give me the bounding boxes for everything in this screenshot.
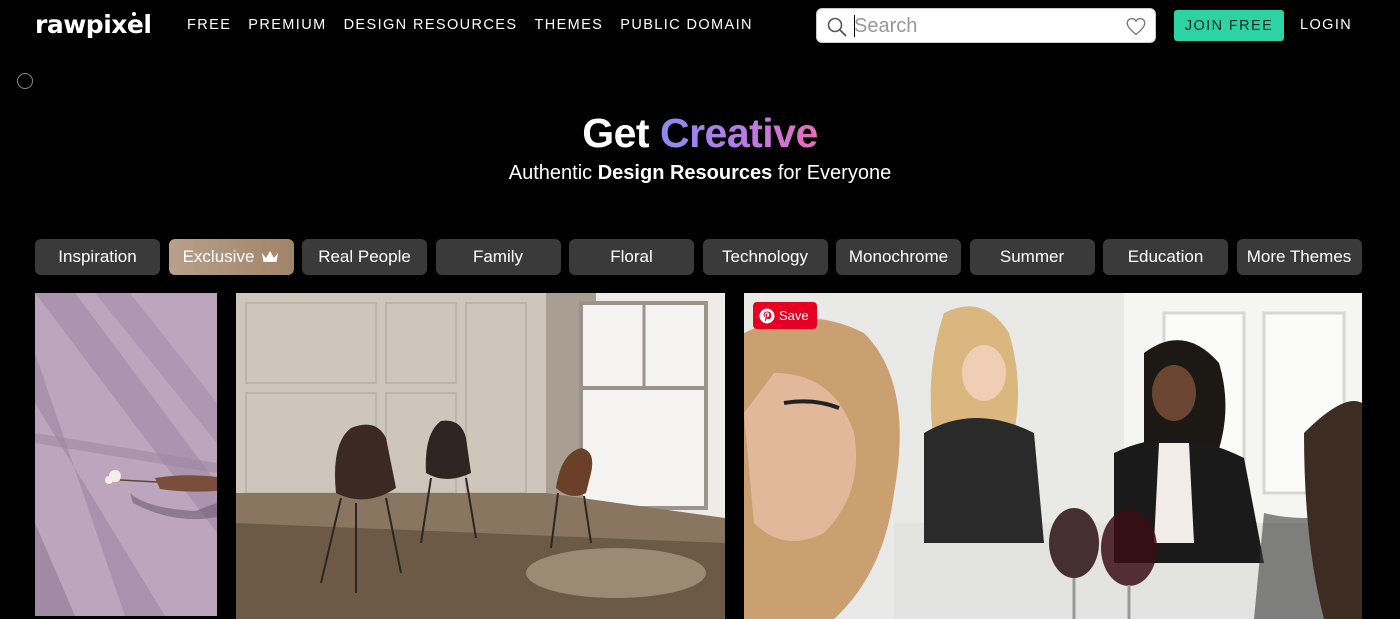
theme-floral[interactable]: Floral <box>569 239 694 275</box>
theme-label: Inspiration <box>58 247 137 266</box>
theme-monochrome[interactable]: Monochrome <box>836 239 961 275</box>
theme-more-themes[interactable]: More Themes <box>1236 239 1362 275</box>
theme-label: Floral <box>610 247 653 266</box>
theme-label: Education <box>1127 247 1204 266</box>
nav-public-domain[interactable]: PUBLIC DOMAIN <box>620 17 753 33</box>
top-header: rawpixel FREE PREMIUM DESIGN RESOURCES T… <box>0 0 1400 52</box>
hero-subtitle: Authentic Design Resources for Everyone <box>0 162 1400 185</box>
theme-label: More Themes <box>1246 247 1352 266</box>
theme-inspiration[interactable]: Inspiration <box>35 239 160 275</box>
theme-label: Family <box>472 247 524 266</box>
photo-women-wine[interactable] <box>744 293 1362 619</box>
theme-education[interactable]: Education <box>1103 239 1228 275</box>
theme-exclusive[interactable]: Exclusive <box>168 239 294 275</box>
theme-summer[interactable]: Summer <box>969 239 1095 275</box>
search-icon <box>827 17 847 37</box>
hero-title: Get Creative <box>0 110 1400 157</box>
logo-dot <box>132 12 136 16</box>
theme-pills: Inspiration Exclusive Real People Family… <box>35 239 1362 275</box>
search-box[interactable] <box>816 8 1156 43</box>
nav-design-resources[interactable]: DESIGN RESOURCES <box>344 17 518 33</box>
main-nav: FREE PREMIUM DESIGN RESOURCES THEMES PUB… <box>187 17 753 33</box>
search-input[interactable] <box>854 13 1114 39</box>
theme-label: Summer <box>999 247 1065 266</box>
heart-icon[interactable] <box>1126 17 1146 36</box>
theme-technology[interactable]: Technology <box>702 239 828 275</box>
login-link[interactable]: LOGIN <box>1300 17 1352 33</box>
hero-sub-pre: Authentic <box>508 162 593 184</box>
hero-sub-post: for Everyone <box>777 162 892 184</box>
theme-label: Monochrome <box>848 247 949 266</box>
theme-family[interactable]: Family <box>435 239 561 275</box>
theme-real-people[interactable]: Real People <box>302 239 427 275</box>
hero-title-plain: Get <box>582 110 650 156</box>
photo-hand-flower[interactable] <box>35 293 217 616</box>
pinterest-save-button[interactable]: Save <box>753 302 817 329</box>
theme-label: Real People <box>318 247 411 266</box>
nav-premium[interactable]: PREMIUM <box>248 17 326 33</box>
photo-room-art <box>236 293 725 619</box>
photo-women-art <box>744 293 1362 619</box>
photo-empty-room-chairs[interactable] <box>236 293 725 619</box>
hero-sub-bold: Design Resources <box>597 162 773 184</box>
crown-icon <box>262 251 279 262</box>
theme-label: Technology <box>721 247 808 266</box>
save-label: Save <box>779 308 809 323</box>
join-free-button[interactable]: JOIN FREE <box>1174 10 1284 41</box>
hero-title-highlight: Creative <box>659 110 818 156</box>
pinterest-icon <box>759 308 775 323</box>
photo-hand-flower-art <box>35 293 217 616</box>
nav-themes[interactable]: THEMES <box>534 17 603 33</box>
theme-label: Exclusive <box>182 247 255 266</box>
text-caret <box>854 15 855 37</box>
circle-toggle[interactable] <box>17 73 33 89</box>
nav-free[interactable]: FREE <box>187 17 231 33</box>
